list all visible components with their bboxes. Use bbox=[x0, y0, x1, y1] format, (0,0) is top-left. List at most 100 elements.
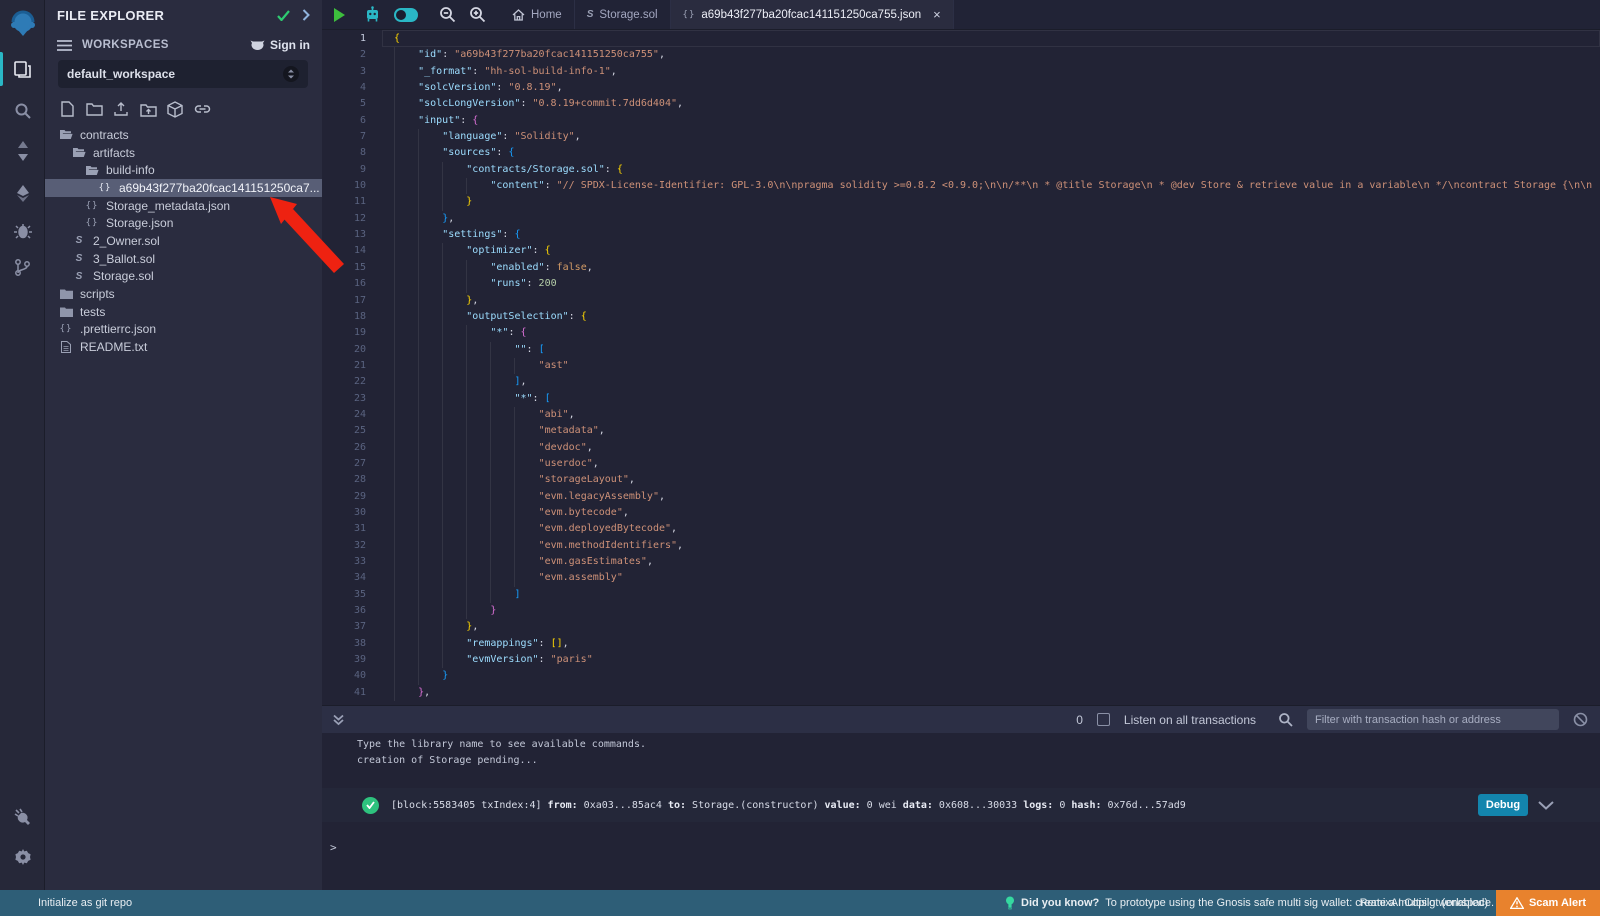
tree-item-artifacts[interactable]: artifacts bbox=[45, 144, 322, 162]
tree-item-readme-txt[interactable]: README.txt bbox=[45, 338, 322, 356]
new-file-icon[interactable] bbox=[58, 100, 76, 118]
file-icon bbox=[59, 341, 73, 353]
tree-item-3-ballot-sol[interactable]: S3_Ballot.sol bbox=[45, 250, 322, 268]
new-folder-icon[interactable] bbox=[85, 100, 103, 118]
tree-item-label: .prettierrc.json bbox=[80, 322, 156, 336]
remix-logo-icon[interactable] bbox=[0, 6, 45, 42]
code-line: "language": "Solidity", bbox=[394, 129, 1600, 145]
tree-item-label: tests bbox=[80, 305, 105, 319]
file-explorer-icon[interactable] bbox=[0, 52, 45, 86]
zoom-out-icon[interactable] bbox=[439, 6, 456, 23]
run-script-icon[interactable] bbox=[334, 8, 345, 22]
zoom-in-icon[interactable] bbox=[469, 6, 486, 23]
code-line: }, bbox=[394, 685, 1600, 701]
tab-home[interactable]: Home bbox=[500, 0, 575, 29]
tree-item-label: contracts bbox=[80, 128, 129, 142]
tree-item-storage-sol[interactable]: SStorage.sol bbox=[45, 268, 322, 286]
code-line: "runs": 200 bbox=[394, 276, 1600, 292]
file-explorer-panel: FILE EXPLORER WORKSPACES Sign in default… bbox=[45, 0, 322, 890]
solidity-compiler-icon[interactable] bbox=[0, 134, 45, 168]
code-line: "devdoc", bbox=[394, 440, 1600, 456]
terminal-header: 0 Listen on all transactions bbox=[322, 705, 1600, 733]
code-line: "settings": { bbox=[394, 227, 1600, 243]
code-line: "enabled": false, bbox=[394, 260, 1600, 276]
terminal[interactable]: Type the library name to see available c… bbox=[322, 733, 1600, 890]
copilot-toggle[interactable] bbox=[394, 8, 418, 22]
tree-item-build-info[interactable]: build-info bbox=[45, 161, 322, 179]
search-icon[interactable] bbox=[0, 94, 45, 128]
tree-item-label: scripts bbox=[80, 287, 115, 301]
code-editor[interactable]: 1234567891011121314151617181920212223242… bbox=[322, 30, 1600, 705]
tab-label: a69b43f277ba20fcac141151250ca755.json bbox=[701, 9, 921, 21]
tab-storage-sol[interactable]: SStorage.sol bbox=[575, 0, 671, 29]
tree-item-label: README.txt bbox=[80, 340, 147, 354]
code-line: "evm.legacyAssembly", bbox=[394, 489, 1600, 505]
tab-a69b43f277ba20fcac141151250ca755-json[interactable]: {} a69b43f277ba20fcac141151250ca755.json × bbox=[671, 0, 954, 29]
upload-folder-icon[interactable] bbox=[139, 100, 157, 118]
json-icon: {} bbox=[85, 218, 99, 228]
link-icon[interactable] bbox=[193, 100, 211, 118]
editor-tab-bar: HomeSStorage.sol {} a69b43f277ba20fcac1411… bbox=[322, 0, 1600, 30]
git-init-button[interactable]: Initialize as git repo bbox=[38, 897, 132, 909]
tree-item-contracts[interactable]: contracts bbox=[45, 126, 322, 144]
remix-ide-window: FILE EXPLORER WORKSPACES Sign in default… bbox=[0, 0, 1600, 916]
copilot-status[interactable]: RemixAI Copilot (enabled) bbox=[1360, 897, 1488, 909]
debugger-icon[interactable] bbox=[0, 214, 45, 248]
ai-robot-icon[interactable] bbox=[364, 6, 381, 23]
check-icon[interactable] bbox=[277, 10, 290, 21]
code-line: "*": { bbox=[394, 325, 1600, 341]
tree-item-2-owner-sol[interactable]: S2_Owner.sol bbox=[45, 232, 322, 250]
upload-file-icon[interactable] bbox=[112, 100, 130, 118]
file-explorer-header: FILE EXPLORER bbox=[45, 0, 322, 30]
settings-gear-icon[interactable] bbox=[0, 840, 45, 874]
debug-button[interactable]: Debug bbox=[1478, 794, 1528, 816]
tree-item-scripts[interactable]: scripts bbox=[45, 285, 322, 303]
transaction-count: 0 bbox=[1076, 713, 1083, 727]
expand-tx-chevron-icon[interactable] bbox=[1538, 801, 1554, 810]
tree-item-label: a69b43f277ba20fcac141151250ca7... bbox=[119, 181, 320, 195]
clear-console-icon[interactable] bbox=[1573, 712, 1588, 727]
tree-item--prettierrc-json[interactable]: {}.prettierrc.json bbox=[45, 321, 322, 339]
chevron-right-icon[interactable] bbox=[302, 9, 310, 21]
github-sign-in-button[interactable]: Sign in bbox=[250, 38, 310, 52]
code-line: "input": { bbox=[394, 113, 1600, 129]
code-line: } bbox=[394, 668, 1600, 684]
hamburger-menu-icon[interactable] bbox=[57, 40, 72, 51]
terminal-line: Type the library name to see available c… bbox=[322, 737, 1600, 753]
terminal-prompt[interactable]: > bbox=[330, 841, 337, 854]
sol-icon: S bbox=[72, 271, 86, 282]
tree-item-label: artifacts bbox=[93, 146, 135, 160]
listen-transactions-checkbox[interactable] bbox=[1097, 713, 1110, 726]
tree-item-tests[interactable]: tests bbox=[45, 303, 322, 321]
close-tab-icon[interactable]: × bbox=[933, 7, 941, 22]
code-line: "contracts/Storage.sol": { bbox=[394, 162, 1600, 178]
code-line: "userdoc", bbox=[394, 456, 1600, 472]
collapse-terminal-icon[interactable] bbox=[332, 713, 345, 726]
code-line: "evmVersion": "paris" bbox=[394, 652, 1600, 668]
tree-item-a69b43f277ba20fcac141151250ca7-[interactable]: {}a69b43f277ba20fcac141151250ca7... bbox=[45, 179, 322, 197]
lightbulb-icon bbox=[1005, 896, 1015, 910]
code-line: "evm.assembly" bbox=[394, 570, 1600, 586]
folder-open-icon bbox=[85, 165, 99, 176]
code-line: "evm.deployedBytecode", bbox=[394, 521, 1600, 537]
transaction-filter-input[interactable] bbox=[1307, 709, 1559, 730]
code-content: {"id": "a69b43f277ba20fcac141151250ca755… bbox=[394, 31, 1600, 701]
workspace-select[interactable]: default_workspace bbox=[58, 60, 308, 88]
scam-alert-badge[interactable]: Scam Alert bbox=[1496, 890, 1600, 916]
tree-item-storage-metadata-json[interactable]: {}Storage_metadata.json bbox=[45, 197, 322, 215]
deploy-and-run-icon[interactable] bbox=[0, 176, 45, 210]
sol-icon: S bbox=[72, 253, 86, 264]
tab-label: Storage.sol bbox=[599, 9, 657, 21]
code-line: "evm.gasEstimates", bbox=[394, 554, 1600, 570]
tx-success-check-icon bbox=[362, 797, 379, 814]
tree-item-label: build-info bbox=[106, 163, 155, 177]
transaction-log-row[interactable]: [block:5583405 txIndex:4] from: 0xa03...… bbox=[322, 788, 1600, 822]
cube-icon[interactable] bbox=[166, 100, 184, 118]
tree-item-storage-json[interactable]: {}Storage.json bbox=[45, 214, 322, 232]
folder-icon bbox=[59, 289, 73, 299]
code-line: ] bbox=[394, 587, 1600, 603]
plugin-manager-icon[interactable] bbox=[0, 800, 45, 834]
git-icon[interactable] bbox=[0, 250, 45, 284]
json-icon: {} bbox=[683, 10, 696, 20]
code-line: "content": "// SPDX-License-Identifier: … bbox=[394, 178, 1600, 194]
